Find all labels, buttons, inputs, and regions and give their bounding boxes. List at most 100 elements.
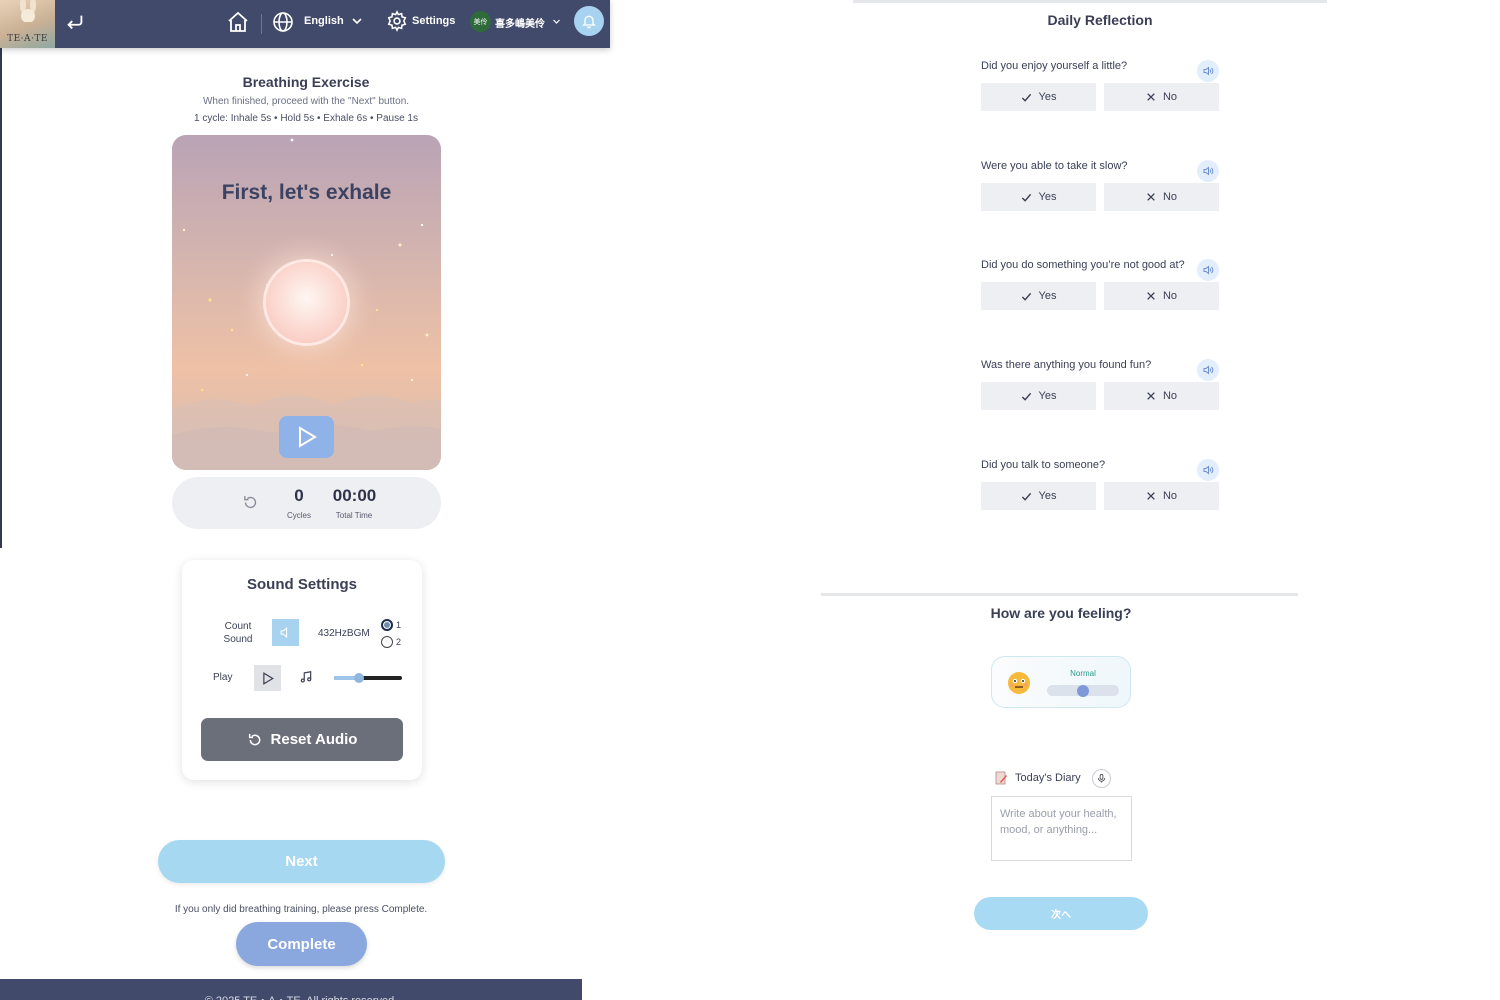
yes-button[interactable]: Yes [981,282,1096,310]
bgm-option-label: 1 [396,620,402,630]
read-aloud-button[interactable] [1197,160,1219,182]
voice-input-button[interactable] [1092,769,1111,788]
gear-icon [387,10,407,32]
yes-label: Yes [1038,390,1057,402]
bgm-option-label: 2 [396,637,402,647]
exercise-title: Breathing Exercise [242,74,370,90]
complete-note: If you only did breathing training, plea… [174,904,428,915]
total-time-label: Total Time [335,511,373,520]
sound-settings-card: Sound Settings Count Sound 432HzBGM 1 2 … [182,560,422,780]
close-icon [1147,193,1155,201]
read-aloud-button[interactable] [1197,459,1219,481]
yes-button[interactable]: Yes [981,382,1096,410]
user-name[interactable]: 喜多嶋美伶 [495,15,545,30]
reflection-question: Did you do something you’re not good at?… [981,259,1221,319]
no-button[interactable]: No [1104,83,1219,111]
play-bgm-button[interactable] [254,665,281,691]
speaker-icon [1203,66,1214,76]
no-button[interactable]: No [1104,382,1219,410]
footer: © 2025 TE・A・TE. All rights reserved. [0,979,582,1000]
next-button-jp[interactable]: 次へ [974,897,1148,930]
mood-slider[interactable] [1047,685,1119,697]
back-button[interactable] [62,9,88,35]
volume-thumb[interactable] [354,673,365,683]
question-text: Did you talk to someone? [981,459,1106,471]
start-breathing-button[interactable] [279,416,334,458]
no-label: No [1162,191,1178,203]
user-avatar[interactable]: 美伶 [470,11,491,32]
yes-button[interactable]: Yes [981,482,1096,510]
app-header: TE·A·TE English Settings 美伶 喜多嶋美伶 [0,0,610,48]
next-button[interactable]: Next [158,840,445,883]
yes-label: Yes [1038,91,1057,103]
radio-button-selected[interactable] [381,619,393,631]
bgm-option-1[interactable]: 1 [381,619,401,631]
reset-counter-button[interactable] [242,494,259,511]
close-icon [1147,292,1155,300]
no-button[interactable]: No [1104,282,1219,310]
reflection-question: Was there anything you found fun? Yes No [981,359,1221,419]
breathing-animation-card: First, let's exhale [172,135,441,470]
logo-text: TE·A·TE [7,34,48,44]
yes-button[interactable]: Yes [981,83,1096,111]
radio-button[interactable] [381,636,393,648]
total-time-value: 00:00 [332,486,377,505]
language-label[interactable]: English [304,15,344,27]
music-note-icon [299,670,315,686]
speaker-icon [1203,365,1214,375]
home-button[interactable] [225,9,251,35]
neutral-face-icon [1008,672,1030,694]
question-text: Was there anything you found fun? [981,359,1152,371]
diary-input[interactable] [991,796,1132,861]
yes-label: Yes [1038,490,1057,502]
session-counter: 0 Cycles 00:00 Total Time [172,477,441,529]
user-menu-dropdown[interactable] [550,15,562,27]
speaker-icon [1203,465,1214,475]
close-icon [1147,392,1155,400]
microphone-icon [1097,773,1106,783]
count-sound-label: Count Sound [223,621,253,645]
check-icon [1021,193,1031,202]
return-arrow-icon [67,15,83,30]
check-icon [1021,93,1031,102]
yes-button[interactable]: Yes [981,183,1096,211]
bell-icon [582,15,596,29]
reflection-divider [853,0,1327,3]
refresh-icon [244,496,257,509]
language-dropdown[interactable] [349,13,365,29]
volume-slider[interactable] [334,673,402,683]
read-aloud-button[interactable] [1197,259,1219,281]
breathing-panel: TE·A·TE English Settings 美伶 喜多嶋美伶 Breath… [0,0,610,1000]
read-aloud-button[interactable] [1197,359,1219,381]
complete-button[interactable]: Complete [236,922,367,966]
no-label: No [1162,290,1178,302]
yes-label: Yes [1038,191,1057,203]
read-aloud-button[interactable] [1197,60,1219,82]
no-button[interactable]: No [1104,183,1219,211]
cycle-description: 1 cycle: Inhale 5s • Hold 5s • Exhale 6s… [194,113,418,124]
reset-audio-button[interactable]: Reset Audio [201,718,403,761]
settings-button[interactable] [385,9,409,33]
yes-label: Yes [1038,290,1057,302]
app-logo[interactable]: TE·A·TE [0,0,55,48]
bgm-option-2[interactable]: 2 [381,636,401,648]
chevron-down-icon [552,19,560,24]
check-icon [1021,292,1031,301]
breathing-phase-text: First, let's exhale [221,181,392,204]
copyright-text: © 2025 TE・A・TE. All rights reserved. [0,992,582,1000]
play-icon [298,426,317,448]
reflection-question: Were you able to take it slow? Yes No [981,160,1221,220]
speaker-icon [1203,265,1214,275]
no-label: No [1162,490,1178,502]
close-icon [1147,492,1155,500]
language-button[interactable] [270,9,296,35]
count-sound-toggle[interactable] [272,619,299,646]
mood-slider-thumb[interactable] [1077,685,1089,697]
cycles-value: 0 [294,486,304,505]
notifications-button[interactable] [574,6,604,36]
settings-label[interactable]: Settings [412,15,455,27]
breathing-orb [266,262,347,343]
bgm-track-name: 432HzBGM [318,628,370,639]
no-button[interactable]: No [1104,482,1219,510]
exercise-instructions: When finished, proceed with the "Next" b… [202,96,410,107]
